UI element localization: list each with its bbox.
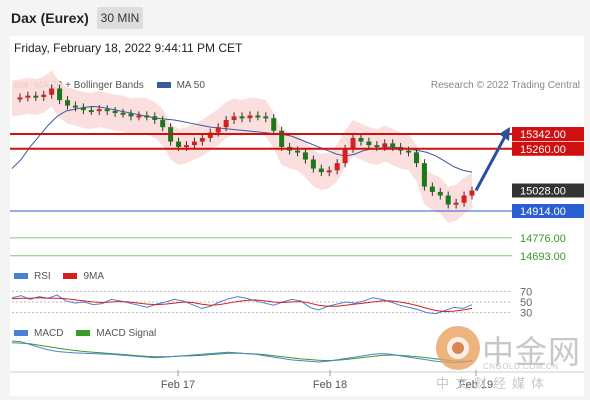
candle-body <box>88 110 94 113</box>
candle-body <box>136 115 142 118</box>
rsi-line <box>11 294 473 315</box>
forecast-arrow-shaft <box>474 130 510 192</box>
level-label-resistance: 15342.00 <box>520 129 566 141</box>
candle-body <box>310 159 316 169</box>
candle-body <box>176 141 182 147</box>
candle-body <box>247 115 253 119</box>
candle-body <box>437 191 443 196</box>
candle-body <box>239 116 245 119</box>
watermark-logo-core <box>452 342 464 354</box>
candle-body <box>72 105 78 108</box>
candle-body <box>413 152 419 164</box>
candle-body <box>453 202 459 205</box>
candle-body <box>263 116 269 119</box>
candle-body <box>65 100 71 106</box>
macd-line <box>11 340 473 364</box>
candle-body <box>57 88 63 101</box>
candle-body <box>302 152 308 160</box>
candle-body <box>326 170 332 173</box>
candle-body <box>445 195 451 205</box>
rsi-level-label: 30 <box>520 308 532 320</box>
candle-body <box>80 107 86 111</box>
macd-signal-line <box>11 342 472 362</box>
candle-body <box>271 118 277 131</box>
level-label-target: 14693.00 <box>520 251 566 263</box>
candle-body <box>17 97 23 100</box>
candle-body <box>120 112 126 115</box>
candle-body <box>318 168 324 173</box>
level-label-last: 15028.00 <box>520 185 566 197</box>
candle-body <box>231 116 237 120</box>
candle-body <box>374 145 380 148</box>
candle-body <box>358 137 364 142</box>
candle-body <box>96 109 102 112</box>
x-tick-label: Feb 17 <box>161 379 195 391</box>
candle-body <box>160 119 166 128</box>
level-label-target: 14776.00 <box>520 233 566 245</box>
candle-body <box>104 109 110 112</box>
candle-body <box>421 163 427 187</box>
candle-body <box>406 150 412 153</box>
candle-body <box>342 148 348 164</box>
candle-body <box>295 150 301 153</box>
candle-body <box>350 137 356 149</box>
candle-body <box>33 95 39 98</box>
watermark-subtitle: 中文财经媒体 <box>436 377 551 392</box>
candle-body <box>429 186 435 192</box>
candle-body <box>183 145 189 148</box>
candle-body <box>41 94 47 97</box>
candle-body <box>382 143 388 147</box>
candle-body <box>461 195 467 203</box>
x-tick-label: Feb 18 <box>313 379 347 391</box>
candle-body <box>215 127 221 133</box>
candle-body <box>144 115 150 118</box>
candle-body <box>223 119 229 128</box>
candle-body <box>25 95 31 98</box>
candle-body <box>128 113 134 117</box>
candle-body <box>469 190 475 196</box>
candle-body <box>390 143 396 147</box>
watermark-url: CNGOLD.COM.CN <box>483 362 559 371</box>
candle-body <box>49 88 55 95</box>
candle-body <box>152 116 158 120</box>
bollinger-band <box>12 70 472 223</box>
rsi-ma-line <box>11 297 473 313</box>
level-label-resistance: 15260.00 <box>520 144 566 156</box>
level-label-support: 14914.00 <box>520 206 566 218</box>
candle-body <box>112 110 118 113</box>
candle-body <box>334 163 340 171</box>
candle-body <box>199 137 205 142</box>
candle-body <box>255 115 261 118</box>
candle-body <box>366 141 372 146</box>
candle-body <box>191 141 197 146</box>
